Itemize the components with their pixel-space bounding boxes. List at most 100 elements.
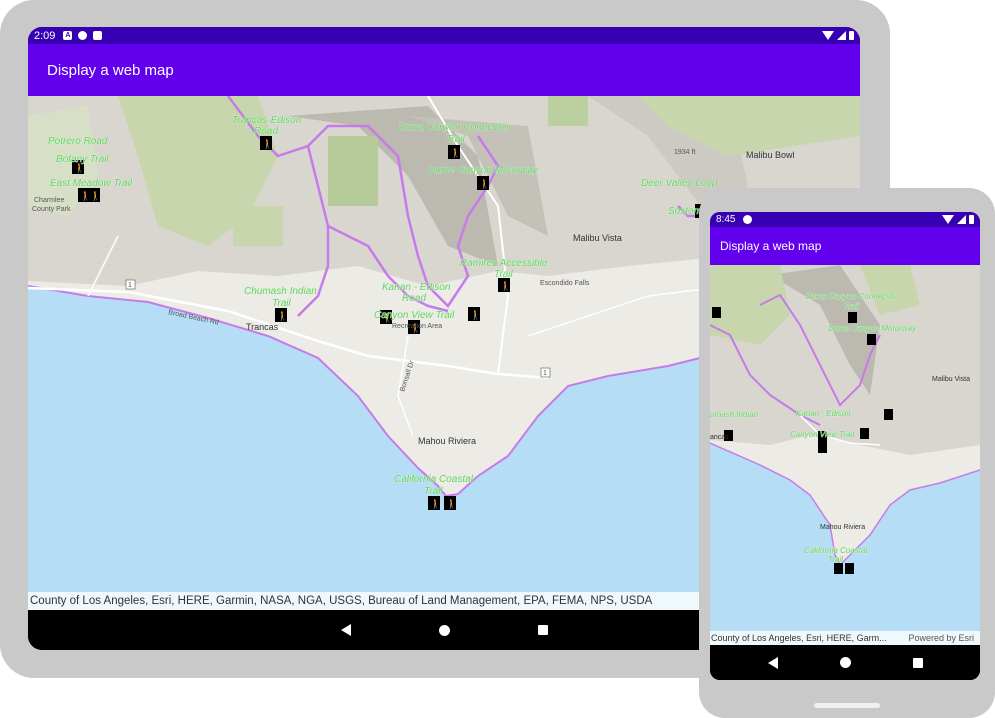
svg-text:🚶: 🚶: [430, 498, 441, 510]
home-icon[interactable]: [839, 657, 851, 668]
map-label: Dume Canyon Motorway: [828, 324, 917, 333]
map-label: Dume Canyon Motorway: [428, 165, 539, 176]
svg-text:🚶: 🚶: [500, 280, 511, 292]
map-label: East Meadow Trail: [50, 178, 133, 189]
hiker-icon[interactable]: [860, 428, 869, 439]
map-label: Kanan - Edison: [796, 409, 851, 418]
map-label: 1934 ft: [674, 149, 695, 156]
notification-icon: A: [63, 31, 73, 40]
phone-home-pill: [814, 703, 880, 708]
notification-icon: [78, 31, 88, 40]
map-view[interactable]: Zuma Canyon Connector Trail Dume Canyon …: [710, 265, 980, 645]
status-time: 2:09: [34, 29, 56, 42]
map-label: Zuma Canyon Connector: [805, 292, 896, 301]
battery-icon: [969, 215, 974, 224]
map-label: Malibu Bowl: [746, 150, 795, 160]
hiker-icon[interactable]: 🚶: [428, 496, 441, 510]
map-label: Trail: [494, 269, 513, 280]
map-label: Potrero Road: [48, 136, 108, 147]
hiker-icon[interactable]: [845, 563, 854, 574]
battery-icon: [849, 31, 854, 40]
map-label: Charmlee: [34, 197, 64, 204]
recents-icon[interactable]: [912, 657, 923, 668]
route-shield: 1: [128, 282, 132, 289]
back-icon[interactable]: [767, 656, 778, 669]
hiker-icon[interactable]: 🚶: [88, 188, 101, 202]
phone-device-frame: 8:45 Display a web map Zuma Canyon Conne…: [699, 188, 995, 718]
map-label: Mahou Riviera: [418, 436, 476, 446]
map-label: Zuma Canyon Connector: [397, 122, 510, 133]
map-canvas[interactable]: Zuma Canyon Connector Trail Dume Canyon …: [710, 265, 980, 645]
back-icon[interactable]: [340, 624, 351, 636]
map-label: Trail: [844, 302, 859, 311]
app-title: Display a web map: [47, 62, 174, 79]
map-label: Road: [402, 293, 426, 304]
notification-icon: [743, 215, 753, 224]
app-title: Display a web map: [720, 239, 822, 253]
map-label: Ramirez Accessible: [460, 258, 548, 269]
map-label: Escondido Falls: [540, 280, 590, 287]
sdcard-icon: [93, 31, 103, 40]
hiker-icon[interactable]: [848, 312, 857, 323]
phone-screen: 8:45 Display a web map Zuma Canyon Conne…: [710, 212, 980, 680]
hiker-icon[interactable]: [712, 307, 721, 318]
map-label: California Coastal: [394, 474, 474, 485]
powered-by-esri[interactable]: Powered by Esri: [908, 631, 974, 645]
hiker-icon[interactable]: 🚶: [448, 145, 461, 159]
svg-text:🚶: 🚶: [262, 138, 273, 150]
hiker-icon[interactable]: [818, 442, 827, 453]
map-label: Chumash Indian: [244, 286, 317, 297]
map-label: Trail: [424, 486, 443, 497]
home-icon[interactable]: [438, 624, 450, 636]
route-shield: 1: [543, 370, 547, 377]
app-bar: Display a web map: [710, 227, 980, 265]
signal-icon: [837, 31, 846, 40]
hiker-icon[interactable]: [884, 409, 893, 420]
status-bar: 2:09 A: [28, 27, 860, 44]
svg-text:🚶: 🚶: [90, 190, 101, 202]
status-bar: 8:45: [710, 212, 980, 227]
map-label: Canyon View Trail: [790, 430, 854, 439]
map-label: Mahou Riviera: [820, 524, 865, 531]
wifi-icon: [942, 215, 954, 224]
hiker-icon[interactable]: [834, 563, 843, 574]
svg-text:🚶: 🚶: [446, 498, 457, 510]
map-label: Malibu Vista: [932, 376, 970, 383]
app-bar: Display a web map: [28, 44, 860, 96]
map-label: Botany Trail: [56, 154, 109, 165]
map-label: Kanan - Edison: [382, 282, 451, 293]
map-label: Deer Valley Loop: [641, 178, 718, 189]
map-label: umash Indian: [710, 410, 759, 419]
map-label: Trail: [272, 298, 291, 309]
status-right: [942, 215, 980, 224]
svg-text:🚶: 🚶: [470, 309, 481, 321]
hiker-icon[interactable]: [867, 334, 876, 345]
status-time: 8:45: [716, 214, 736, 225]
hiker-icon[interactable]: 🚶: [477, 176, 490, 190]
map-label: Malibu Vista: [573, 233, 622, 243]
map-label: Road: [254, 126, 278, 137]
map-label: California Coastal: [804, 546, 867, 555]
hiker-icon[interactable]: 🚶: [260, 136, 273, 150]
svg-text:🚶: 🚶: [450, 147, 461, 159]
hiker-icon[interactable]: 🚶: [498, 278, 511, 292]
map-label: Trancas: [246, 322, 279, 332]
signal-icon: [957, 215, 966, 224]
map-label: Recreation Area: [392, 323, 442, 330]
map-attribution: County of Los Angeles, Esri, HERE, Garm.…: [710, 631, 980, 645]
map-label: Trail: [446, 134, 465, 145]
hiker-icon[interactable]: 🚶: [444, 496, 457, 510]
svg-text:🚶: 🚶: [277, 310, 288, 322]
navigation-bar: [710, 645, 980, 680]
attribution-text: County of Los Angeles, Esri, HERE, Garm.…: [711, 633, 887, 643]
svg-text:🚶: 🚶: [479, 178, 490, 190]
wifi-icon: [822, 31, 834, 40]
map-label: Canyon View Trail: [374, 310, 455, 321]
status-right: [822, 31, 860, 40]
recents-icon[interactable]: [537, 625, 548, 635]
map-label: Trancas-Edison: [232, 115, 302, 126]
map-label: Trail: [828, 555, 843, 564]
hiker-icon[interactable]: 🚶: [468, 307, 481, 321]
map-label: ancas: [710, 434, 729, 441]
hiker-icon[interactable]: 🚶: [275, 308, 288, 322]
